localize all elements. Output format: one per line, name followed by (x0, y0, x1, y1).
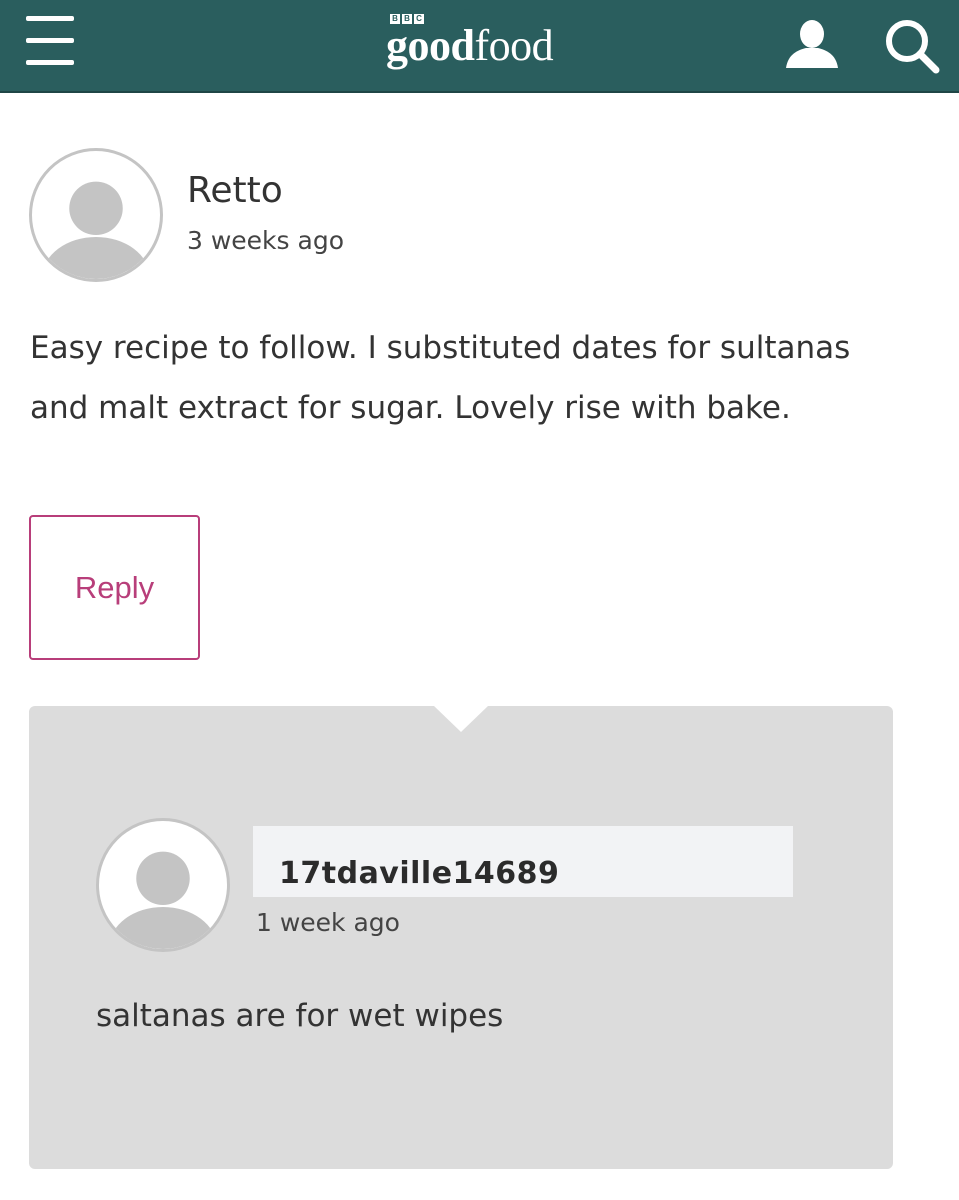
default-avatar-icon (42, 181, 150, 279)
logo-word-good: good (386, 21, 475, 70)
comment-body: Easy recipe to follow. I substituted dat… (30, 330, 851, 426)
reply-thread: 17tdaville14689 1 week ago saltanas are … (29, 706, 893, 1169)
logo-wordmark: goodfood (386, 20, 554, 71)
search-icon[interactable] (882, 16, 942, 76)
hamburger-menu-icon[interactable] (24, 16, 76, 68)
goodfood-logo[interactable]: B B C goodfood (386, 14, 586, 74)
reply-pointer (434, 706, 488, 732)
user-account-icon[interactable] (784, 18, 840, 70)
logo-word-food: food (474, 21, 554, 70)
avatar (29, 148, 163, 282)
comment-timestamp: 3 weeks ago (187, 226, 344, 255)
site-header: B B C goodfood (0, 0, 959, 93)
default-avatar-icon (109, 851, 217, 949)
reply-button[interactable]: Reply (29, 515, 200, 660)
reply-timestamp: 1 week ago (256, 908, 400, 937)
avatar (96, 818, 230, 952)
reply-body: saltanas are for wet wipes (96, 998, 504, 1034)
reply-author[interactable]: 17tdaville14689 (279, 856, 559, 891)
comment-author[interactable]: Retto (187, 170, 283, 211)
